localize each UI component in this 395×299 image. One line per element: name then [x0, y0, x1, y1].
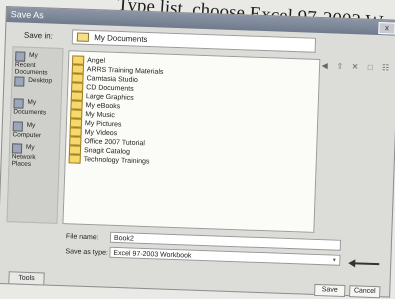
place-my-recent-documents[interactable]: My Recent Documents	[15, 51, 60, 77]
chevron-down-icon: ▼	[331, 257, 337, 264]
folder-icon	[70, 91, 84, 101]
back-icon[interactable]: ◀	[320, 61, 331, 70]
folder-icon	[70, 100, 83, 110]
folder-icon	[71, 82, 84, 92]
place-my-documents[interactable]: My Documents	[13, 98, 58, 117]
tools-button[interactable]: Tools	[8, 271, 45, 286]
my-computer-icon	[12, 121, 23, 132]
recent-documents-icon	[15, 51, 26, 62]
folder-icon	[69, 118, 83, 128]
new-folder-icon[interactable]: □	[366, 63, 377, 72]
save-as-type-label: Save as type:	[65, 248, 108, 257]
folder-icon	[68, 154, 81, 164]
savein-dropdown[interactable]: My Documents	[71, 29, 317, 53]
dialog-title: Save As	[10, 9, 44, 21]
up-folder-icon[interactable]: ⇧	[335, 62, 346, 71]
save-button[interactable]: Save	[314, 283, 346, 298]
my-network-places-icon	[11, 143, 23, 154]
savein-label: Save in:	[23, 30, 54, 41]
pointer-arrow-icon	[351, 262, 380, 266]
folder-icon	[69, 136, 82, 146]
file-name-label: File name:	[65, 233, 99, 242]
folder-icon	[71, 64, 84, 74]
file-list: Angel ARRS Training Materials Camtasia S…	[62, 50, 321, 233]
folder-icon	[72, 55, 85, 65]
views-icon[interactable]: ☷	[381, 63, 392, 72]
desktop-icon	[14, 76, 25, 87]
folder-icon	[76, 32, 90, 43]
places-bar: My Recent Documents Desktop My Documents…	[6, 46, 64, 224]
folder-technology-trainings[interactable]: Technology Trainings	[68, 154, 150, 166]
close-button[interactable]: x	[378, 22, 395, 35]
cancel-button[interactable]: Cancel	[349, 285, 381, 299]
save-as-dialog: Save As x Save in: My Documents ◀ ⇧ ✕ □ …	[0, 6, 395, 299]
place-my-computer[interactable]: My Computer	[12, 121, 57, 140]
place-desktop[interactable]: Desktop	[14, 76, 58, 88]
folder-icon	[71, 73, 84, 83]
save-as-type-value: Excel 97-2003 Workbook	[113, 249, 192, 260]
folder-icon	[68, 145, 82, 155]
place-my-network-places[interactable]: My Network Places	[11, 143, 56, 169]
delete-icon[interactable]: ✕	[350, 62, 361, 71]
my-documents-icon	[13, 98, 24, 109]
folder-icon	[69, 127, 82, 137]
folder-icon	[70, 109, 83, 119]
savein-value: My Documents	[94, 33, 148, 44]
dialog-toolbar: ◀ ⇧ ✕ □ ☷	[320, 61, 395, 74]
